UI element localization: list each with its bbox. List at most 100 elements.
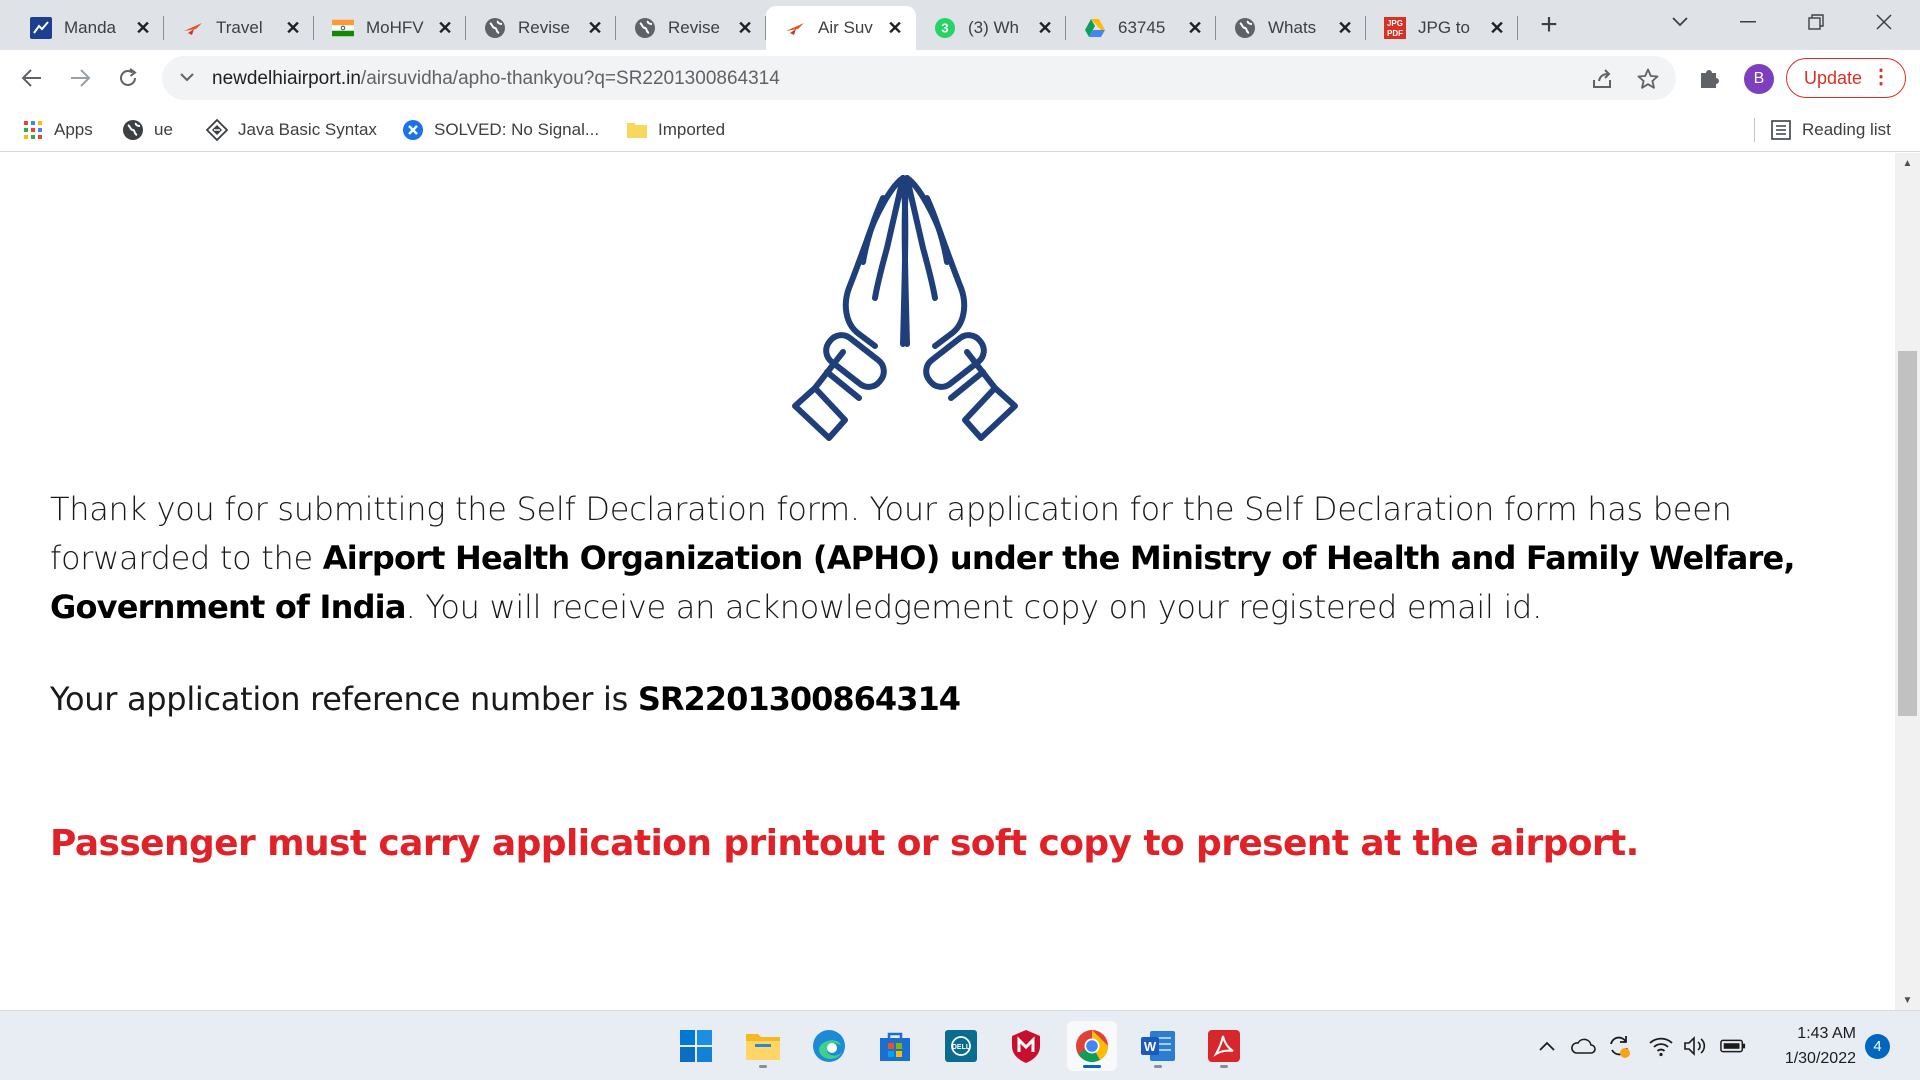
close-icon[interactable]: ✕ bbox=[434, 17, 456, 39]
url-path: /airsuvidha/apho-thankyou?q=SR2201300864… bbox=[360, 68, 780, 89]
update-button[interactable]: Update ⋮ bbox=[1786, 58, 1906, 98]
back-button[interactable] bbox=[14, 60, 50, 96]
word-icon: W bbox=[1141, 1031, 1175, 1061]
scroll-down-arrow-icon[interactable]: ▼ bbox=[1895, 990, 1920, 1010]
close-icon[interactable]: ✕ bbox=[1184, 17, 1206, 39]
taskbar-mcafee[interactable] bbox=[1001, 1021, 1051, 1071]
tab-travel[interactable]: Travel ✕ bbox=[164, 6, 314, 50]
star-icon[interactable] bbox=[1636, 67, 1660, 91]
tab-title: MoHFV bbox=[366, 18, 424, 37]
close-icon[interactable]: ✕ bbox=[1334, 17, 1356, 39]
solved-icon bbox=[402, 119, 424, 141]
taskbar-word[interactable]: W bbox=[1133, 1021, 1183, 1071]
running-indicator bbox=[1154, 1065, 1162, 1068]
tab-title: JPG to bbox=[1418, 18, 1470, 37]
reload-button[interactable] bbox=[110, 60, 146, 96]
profile-avatar[interactable]: B bbox=[1744, 64, 1774, 94]
close-icon[interactable]: ✕ bbox=[884, 17, 906, 39]
tab-separator bbox=[1517, 16, 1518, 40]
taskbar-edge[interactable] bbox=[804, 1021, 854, 1071]
svg-text:JPG: JPG bbox=[1387, 19, 1403, 28]
bookmark-label: SOLVED: No Signal... bbox=[434, 120, 600, 139]
show-hidden-icons-chevron-up-icon[interactable] bbox=[1534, 1033, 1560, 1059]
browser-toolbar: newdelhiairport.in/airsuvidha/apho-thank… bbox=[0, 50, 1920, 106]
forward-button[interactable] bbox=[62, 60, 98, 96]
notification-badge[interactable]: 4 bbox=[1865, 1034, 1890, 1059]
sync-update-icon[interactable] bbox=[1606, 1033, 1632, 1059]
bookmark-java-basic-syntax[interactable]: Java Basic Syntax bbox=[206, 116, 377, 144]
svg-text:DELL: DELL bbox=[952, 1044, 971, 1051]
tab-revised-2[interactable]: Revise ✕ bbox=[616, 6, 766, 50]
close-icon[interactable]: ✕ bbox=[1034, 17, 1056, 39]
whatsapp-icon: 3 bbox=[934, 17, 956, 39]
taskbar-acrobat[interactable] bbox=[1199, 1021, 1249, 1071]
system-clock[interactable]: 1:43 AM 1/30/2022 bbox=[1760, 1021, 1856, 1071]
reading-list-label: Reading list bbox=[1802, 120, 1891, 139]
mcafee-shield-icon bbox=[1012, 1030, 1040, 1063]
bookmark-apps[interactable]: Apps bbox=[22, 116, 93, 144]
folder-icon bbox=[626, 119, 648, 141]
extensions-puzzle-icon[interactable] bbox=[1696, 64, 1724, 92]
scroll-up-arrow-icon[interactable]: ▲ bbox=[1895, 153, 1920, 173]
wifi-icon[interactable] bbox=[1648, 1033, 1674, 1059]
battery-icon[interactable] bbox=[1720, 1033, 1746, 1059]
tab-jpg-to-pdf[interactable]: JPG PDF JPG to ✕ bbox=[1366, 6, 1518, 50]
restore-icon bbox=[1808, 14, 1824, 30]
taskbar-store[interactable] bbox=[870, 1021, 920, 1071]
confirmation-text-2: . You will receive an acknowledgement co… bbox=[405, 588, 1543, 626]
address-bar[interactable]: newdelhiairport.in/airsuvidha/apho-thank… bbox=[162, 56, 1676, 100]
volume-icon[interactable] bbox=[1682, 1033, 1708, 1059]
close-icon[interactable]: ✕ bbox=[734, 17, 756, 39]
tab-search-button[interactable] bbox=[1650, 4, 1710, 40]
globe-icon bbox=[122, 119, 144, 141]
close-icon[interactable]: ✕ bbox=[282, 17, 304, 39]
reading-list-button[interactable]: Reading list bbox=[1770, 116, 1891, 144]
tab-whatsapp-web[interactable]: Whats ✕ bbox=[1216, 6, 1366, 50]
close-icon[interactable]: ✕ bbox=[584, 17, 606, 39]
java-icon bbox=[206, 119, 228, 141]
tab-strip: Manda ✕ Travel ✕ MoHFV ✕ Revise ✕ Revise… bbox=[0, 0, 1920, 50]
restore-button[interactable] bbox=[1786, 4, 1846, 40]
bookmark-ue[interactable]: ue bbox=[122, 116, 173, 144]
airsuvidha-icon bbox=[182, 17, 204, 39]
new-tab-button[interactable]: + bbox=[1532, 10, 1566, 44]
running-indicator bbox=[759, 1065, 767, 1068]
tab-mandate[interactable]: Manda ✕ bbox=[12, 6, 164, 50]
scrollbar-thumb[interactable] bbox=[1898, 351, 1917, 716]
tab-air-suvidha[interactable]: Air Suv ✕ bbox=[766, 6, 916, 50]
bookmark-imported[interactable]: Imported bbox=[626, 116, 725, 144]
tab-google-drive[interactable]: 63745 ✕ bbox=[1066, 6, 1216, 50]
tab-whatsapp[interactable]: 3 (3) Wh ✕ bbox=[916, 6, 1066, 50]
reload-icon bbox=[120, 68, 137, 86]
url-text[interactable]: newdelhiairport.in/airsuvidha/apho-thank… bbox=[212, 68, 780, 90]
close-icon[interactable]: ✕ bbox=[132, 17, 154, 39]
bookmarks-bar: Apps ue Java Basic Syntax SOLVED: No Sig… bbox=[0, 106, 1920, 152]
confirmation-message: Thank you for submitting the Self Declar… bbox=[50, 485, 1880, 632]
page-scrollbar[interactable]: ▲ ▼ bbox=[1895, 153, 1920, 1010]
tab-mohfw[interactable]: MoHFV ✕ bbox=[314, 6, 466, 50]
bookmark-solved-no-signal[interactable]: SOLVED: No Signal... bbox=[402, 116, 599, 144]
tab-title: Manda bbox=[64, 18, 116, 37]
tab-revised-1[interactable]: Revise ✕ bbox=[466, 6, 616, 50]
chrome-icon bbox=[1076, 1030, 1108, 1063]
bookmark-label: Apps bbox=[54, 120, 93, 139]
page-content: Thank you for submitting the Self Declar… bbox=[0, 153, 1895, 1010]
onedrive-cloud-icon[interactable] bbox=[1570, 1033, 1596, 1059]
close-window-button[interactable] bbox=[1854, 4, 1914, 40]
close-icon[interactable]: ✕ bbox=[1486, 17, 1508, 39]
taskbar-dell[interactable]: DELL bbox=[936, 1021, 986, 1071]
bookmarks-separator bbox=[1754, 118, 1755, 142]
start-button[interactable] bbox=[671, 1021, 721, 1071]
chevron-down-icon bbox=[1672, 17, 1688, 27]
running-indicator bbox=[1083, 1065, 1101, 1068]
whatsapp-badge: 3 bbox=[941, 21, 948, 36]
acrobat-reader-icon bbox=[1208, 1030, 1240, 1062]
share-icon[interactable] bbox=[1590, 67, 1614, 91]
minimize-button[interactable] bbox=[1718, 4, 1778, 40]
taskbar-chrome[interactable] bbox=[1067, 1021, 1117, 1071]
clock-date: 1/30/2022 bbox=[1784, 1050, 1856, 1067]
dell-icon: DELL bbox=[945, 1030, 977, 1062]
taskbar-file-explorer[interactable] bbox=[738, 1021, 788, 1071]
tab-title: 63745 bbox=[1118, 18, 1166, 37]
chevron-down-icon[interactable] bbox=[178, 67, 196, 92]
